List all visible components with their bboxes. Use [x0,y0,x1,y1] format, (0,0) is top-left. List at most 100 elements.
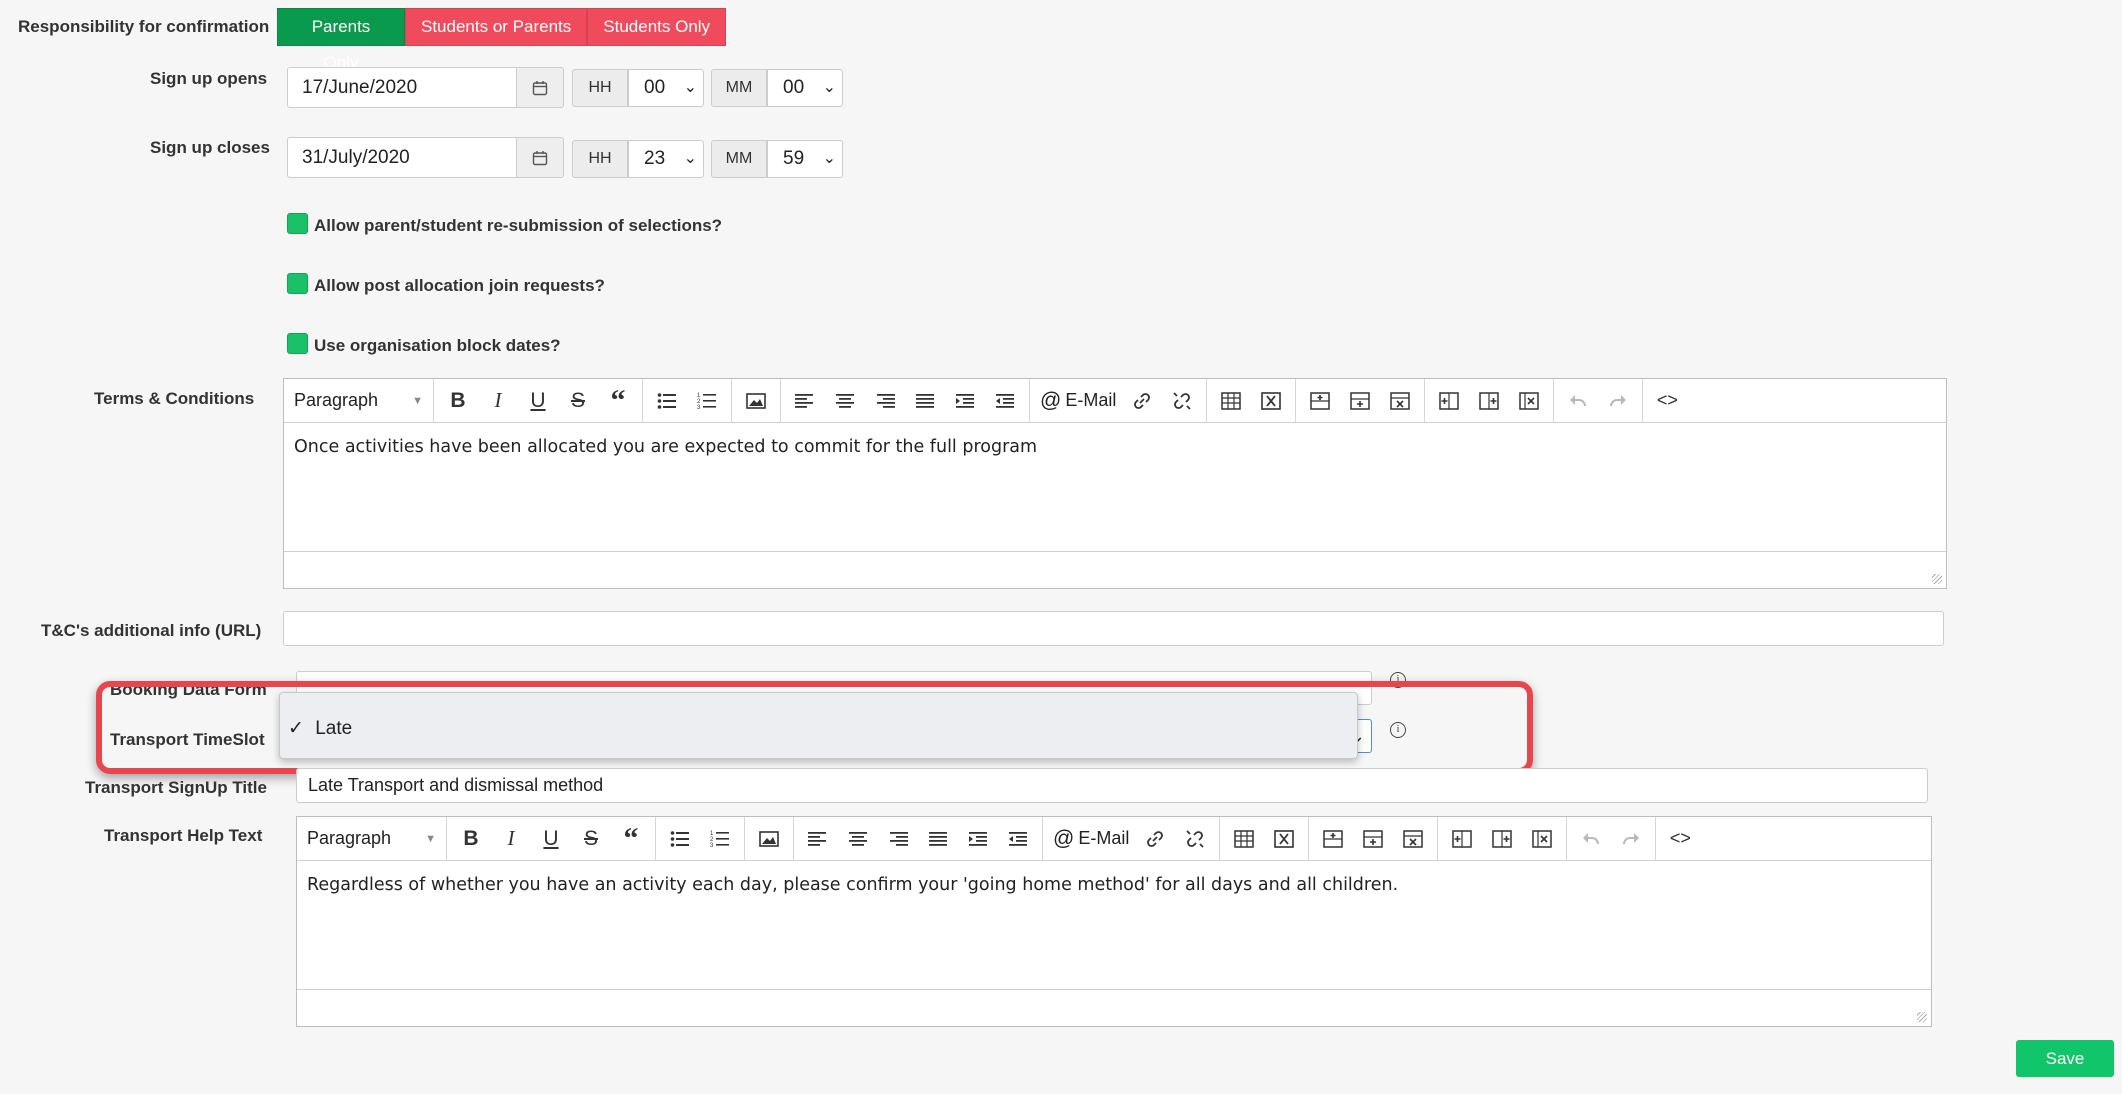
signup-opens-minute-select[interactable]: 00 ⌄ [767,69,843,107]
signup-closes-hh-label: HH [572,140,628,178]
chevron-down-icon: ⌄ [822,79,836,96]
block-dates-checkbox[interactable] [287,333,308,354]
col-insert-before-icon[interactable] [1429,384,1469,418]
numbered-list-icon[interactable]: 123 [700,822,740,856]
signup-closes-date-input[interactable]: 31/July/2020 [287,137,518,178]
option-parents-only[interactable]: Parents Only [277,8,405,72]
editor-toolbar: Paragraph ▼ B I U S “ 123 @ E-Mail <> [297,816,1931,861]
bullet-list-icon[interactable] [647,384,687,418]
row-insert-after-icon[interactable] [1340,384,1380,418]
unlink-icon[interactable] [1175,822,1215,856]
post-allocation-checkbox[interactable] [287,273,308,294]
align-center-icon[interactable] [825,384,865,418]
row-insert-after-icon[interactable] [1353,822,1393,856]
outdent-icon[interactable] [985,384,1025,418]
email-button[interactable]: @ E-Mail [1047,827,1135,851]
signup-closes-hour-select[interactable]: 23 ⌄ [628,140,704,178]
italic-icon[interactable]: I [491,822,531,856]
post-allocation-label: Allow post allocation join requests? [314,276,605,295]
align-left-icon[interactable] [798,822,838,856]
source-code-icon[interactable]: <> [1647,384,1687,418]
chevron-down-icon: ⌄ [683,79,697,96]
indent-icon[interactable] [945,384,985,418]
delete-table-icon[interactable] [1264,822,1304,856]
transport-title-input[interactable]: Late Transport and dismissal method [296,768,1928,803]
terms-label: Terms & Conditions [94,389,255,408]
at-icon: @ [1053,826,1075,850]
align-justify-icon[interactable] [905,384,945,418]
indent-icon[interactable] [958,822,998,856]
redo-icon[interactable] [1598,384,1638,418]
save-button[interactable]: Save [2016,1040,2114,1077]
undo-icon[interactable] [1558,384,1598,418]
resize-grip-icon[interactable] [1917,1012,1927,1022]
image-icon[interactable] [736,384,776,418]
outdent-icon[interactable] [998,822,1038,856]
underline-icon[interactable]: U [518,384,558,418]
col-delete-icon[interactable] [1522,822,1562,856]
format-select[interactable]: Paragraph ▼ [284,378,434,423]
col-delete-icon[interactable] [1509,384,1549,418]
undo-icon[interactable] [1571,822,1611,856]
align-right-icon[interactable] [865,384,905,418]
tc-url-label: T&C's additional info (URL) [41,621,262,640]
italic-icon[interactable]: I [478,384,518,418]
underline-icon[interactable]: U [531,822,571,856]
blockquote-icon[interactable]: “ [598,384,638,418]
table-icon[interactable] [1211,384,1251,418]
transport-timeslot-dropdown: ✓ Late [279,692,1358,759]
caret-down-icon: ▼ [425,832,436,845]
email-button[interactable]: @ E-Mail [1034,389,1122,413]
image-icon[interactable] [749,822,789,856]
redo-icon[interactable] [1611,822,1651,856]
link-icon[interactable] [1122,384,1162,418]
terms-editor: Paragraph ▼ B I U S “ 123 @ E-Mail <> On… [283,378,1947,589]
link-icon[interactable] [1135,822,1175,856]
align-right-icon[interactable] [878,822,918,856]
signup-opens-calendar-button[interactable] [516,67,564,108]
col-insert-before-icon[interactable] [1442,822,1482,856]
col-insert-after-icon[interactable] [1469,384,1509,418]
row-delete-icon[interactable] [1380,384,1420,418]
signup-closes-minute-select[interactable]: 59 ⌄ [767,140,843,178]
align-left-icon[interactable] [785,384,825,418]
align-center-icon[interactable] [838,822,878,856]
option-students-only[interactable]: Students Only [587,8,727,46]
align-justify-icon[interactable] [918,822,958,856]
source-code-icon[interactable]: <> [1660,822,1700,856]
caret-down-icon: ▼ [412,394,423,407]
signup-opens-mm-label: MM [711,69,767,107]
strikethrough-icon[interactable]: S [571,822,611,856]
bold-icon[interactable]: B [438,384,478,418]
delete-table-icon[interactable] [1251,384,1291,418]
unlink-icon[interactable] [1162,384,1202,418]
row-insert-before-icon[interactable] [1300,384,1340,418]
signup-closes-calendar-button[interactable] [516,137,564,178]
bold-icon[interactable]: B [451,822,491,856]
signup-opens-hour-select[interactable]: 00 ⌄ [628,69,704,107]
chevron-down-icon: ⌄ [822,150,836,167]
tc-url-input[interactable] [283,611,1944,646]
row-delete-icon[interactable] [1393,822,1433,856]
email-label: E-Mail [1065,390,1117,410]
dropdown-option-late[interactable]: ✓ Late [280,710,1357,748]
strikethrough-icon[interactable]: S [558,384,598,418]
format-select[interactable]: Paragraph ▼ [297,816,447,861]
blockquote-icon[interactable]: “ [611,822,651,856]
email-label: E-Mail [1078,828,1130,848]
resize-grip-icon[interactable] [1932,574,1942,584]
format-value: Paragraph [307,828,392,848]
bullet-list-icon[interactable] [660,822,700,856]
row-insert-before-icon[interactable] [1313,822,1353,856]
signup-opens-label: Sign up opens [150,69,268,88]
block-dates-label: Use organisation block dates? [314,336,561,355]
transport-help-content[interactable]: Regardless of whether you have an activi… [297,861,1931,909]
editor-statusbar [297,989,1931,1026]
resubmission-checkbox[interactable] [287,213,308,234]
signup-opens-date-input[interactable]: 17/June/2020 [287,67,518,108]
col-insert-after-icon[interactable] [1482,822,1522,856]
numbered-list-icon[interactable]: 123 [687,384,727,418]
option-students-or-parents[interactable]: Students or Parents [405,8,588,46]
table-icon[interactable] [1224,822,1264,856]
terms-content[interactable]: Once activities have been allocated you … [284,423,1946,471]
